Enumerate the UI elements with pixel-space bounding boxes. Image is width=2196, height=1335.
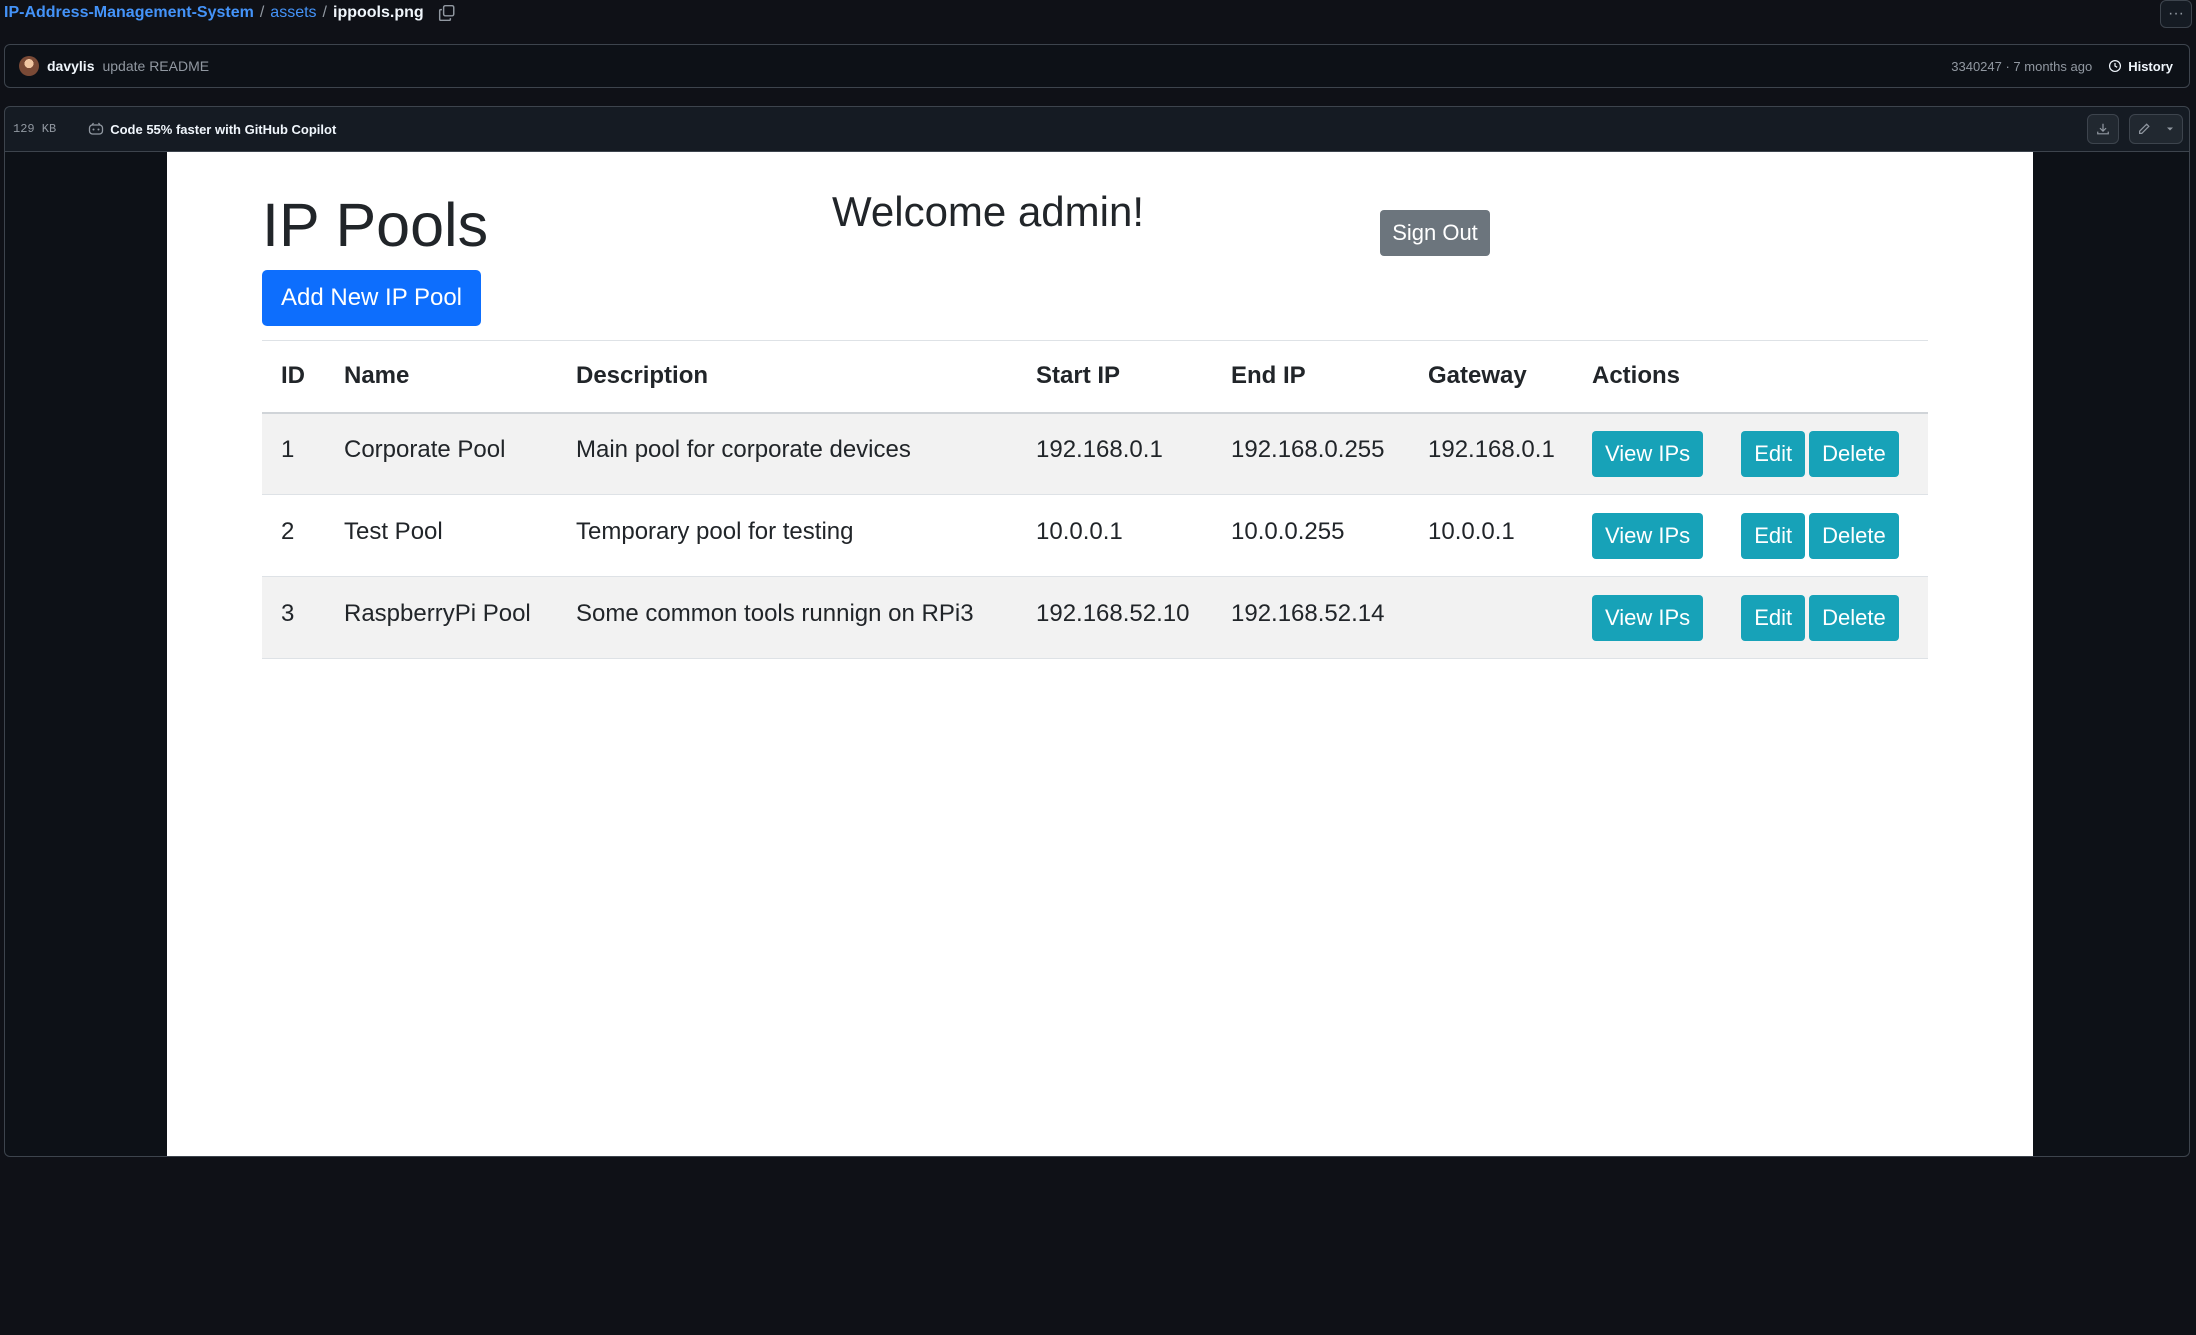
column-header-end-ip: End IP bbox=[1231, 362, 1306, 390]
delete-button[interactable]: Delete bbox=[1809, 594, 1899, 641]
cell-gateway bbox=[1409, 577, 1573, 659]
breadcrumb-separator: / bbox=[259, 4, 265, 21]
image-preview: IP Pools Welcome admin! Sign Out Add New… bbox=[167, 152, 2033, 1156]
more-options-button[interactable]: ··· bbox=[2160, 0, 2192, 28]
kebab-horizontal-icon: ··· bbox=[2168, 5, 2184, 22]
copilot-promo[interactable]: Code 55% faster with GitHub Copilot bbox=[88, 122, 336, 137]
cell-end-ip: 192.168.0.255 bbox=[1231, 435, 1385, 463]
cell-name: Corporate Pool bbox=[344, 435, 506, 463]
cell-actions: View IPs Edit Delete bbox=[1573, 495, 1928, 577]
column-header-description: Description bbox=[576, 362, 709, 390]
latest-commit-bar: davylis update README 3340247 · 7 months… bbox=[4, 44, 2190, 88]
table-row: 2 Test Pool Temporary pool for testing 1… bbox=[262, 495, 1928, 577]
history-button[interactable]: History bbox=[2108, 59, 2173, 74]
copilot-promo-text: Code 55% faster with GitHub Copilot bbox=[110, 121, 337, 137]
cell-id: 1 bbox=[281, 435, 295, 463]
ip-pools-table: ID Name Description Start IP End IP Gate… bbox=[262, 340, 1928, 659]
download-icon bbox=[2097, 123, 2109, 135]
cell-id: 3 bbox=[281, 599, 295, 627]
view-ips-button[interactable]: View IPs bbox=[1592, 512, 1704, 559]
history-label: History bbox=[2128, 58, 2173, 74]
file-actions bbox=[2087, 114, 2183, 144]
cell-description: Some common tools runnign on RPi3 bbox=[576, 599, 974, 627]
copy-path-icon[interactable] bbox=[438, 4, 456, 22]
download-button[interactable] bbox=[2087, 114, 2119, 144]
column-header-actions: Actions bbox=[1592, 362, 1681, 390]
edit-button[interactable]: Edit bbox=[1741, 430, 1806, 477]
breadcrumb-separator: / bbox=[322, 4, 327, 21]
cell-end-ip: 192.168.52.14 bbox=[1231, 599, 1385, 627]
history-icon bbox=[2109, 59, 2122, 73]
cell-id: 2 bbox=[281, 517, 295, 545]
commit-meta[interactable]: 3340247 · 7 months ago bbox=[1951, 59, 2092, 74]
edit-button[interactable]: Edit bbox=[1741, 594, 1806, 641]
column-header-id: ID bbox=[281, 362, 305, 390]
delete-button[interactable]: Delete bbox=[1809, 430, 1899, 477]
delete-button[interactable]: Delete bbox=[1809, 512, 1899, 559]
avatar[interactable] bbox=[19, 56, 39, 76]
cell-end-ip: 10.0.0.255 bbox=[1231, 517, 1345, 545]
file-header: 129 KB Code 55% faster with GitHub Copil… bbox=[4, 106, 2190, 152]
cell-name: Test Pool bbox=[344, 517, 443, 545]
breadcrumb: IP-Address-Management-System / assets / … bbox=[4, 2, 456, 24]
sign-out-button[interactable]: Sign Out bbox=[1380, 210, 1490, 256]
welcome-message: Welcome admin! bbox=[832, 188, 1145, 235]
column-header-name: Name bbox=[344, 362, 410, 390]
breadcrumb-repo-link[interactable]: IP-Address-Management-System bbox=[4, 4, 254, 22]
commit-message[interactable]: update README bbox=[102, 58, 209, 74]
cell-gateway: 192.168.0.1 bbox=[1428, 435, 1555, 463]
cell-gateway: 10.0.0.1 bbox=[1428, 517, 1515, 545]
view-ips-button[interactable]: View IPs bbox=[1592, 594, 1704, 641]
commit-author[interactable]: davylis bbox=[47, 58, 94, 74]
column-header-start-ip: Start IP bbox=[1036, 362, 1121, 390]
table-row: 1 Corporate Pool Main pool for corporate… bbox=[262, 412, 1928, 495]
page-title: IP Pools bbox=[262, 191, 489, 259]
column-header-gateway: Gateway bbox=[1428, 362, 1527, 390]
table-header-row: ID Name Description Start IP End IP Gate… bbox=[262, 340, 1928, 413]
breadcrumb-current-file: ippools.png bbox=[333, 4, 424, 21]
cell-description: Temporary pool for testing bbox=[576, 517, 854, 545]
pencil-icon bbox=[2139, 123, 2150, 134]
view-ips-button[interactable]: View IPs bbox=[1592, 430, 1704, 477]
chevron-down-icon bbox=[2167, 127, 2173, 131]
breadcrumb-folder-link[interactable]: assets bbox=[270, 4, 316, 22]
edit-button[interactable]: Edit bbox=[1741, 512, 1806, 559]
file-size: 129 KB bbox=[13, 122, 57, 136]
cell-name: RaspberryPi Pool bbox=[344, 599, 531, 627]
copilot-icon bbox=[89, 122, 104, 135]
cell-actions: View IPs Edit Delete bbox=[1573, 413, 1928, 495]
cell-start-ip: 192.168.0.1 bbox=[1036, 435, 1163, 463]
cell-description: Main pool for corporate devices bbox=[576, 435, 911, 463]
cell-start-ip: 192.168.52.10 bbox=[1036, 599, 1190, 627]
table-row: 3 RaspberryPi Pool Some common tools run… bbox=[262, 576, 1928, 659]
add-ip-pool-button[interactable]: Add New IP Pool bbox=[262, 270, 481, 326]
edit-file-button[interactable] bbox=[2129, 114, 2183, 144]
cell-actions: View IPs Edit Delete bbox=[1573, 577, 1928, 659]
cell-start-ip: 10.0.0.1 bbox=[1036, 517, 1123, 545]
